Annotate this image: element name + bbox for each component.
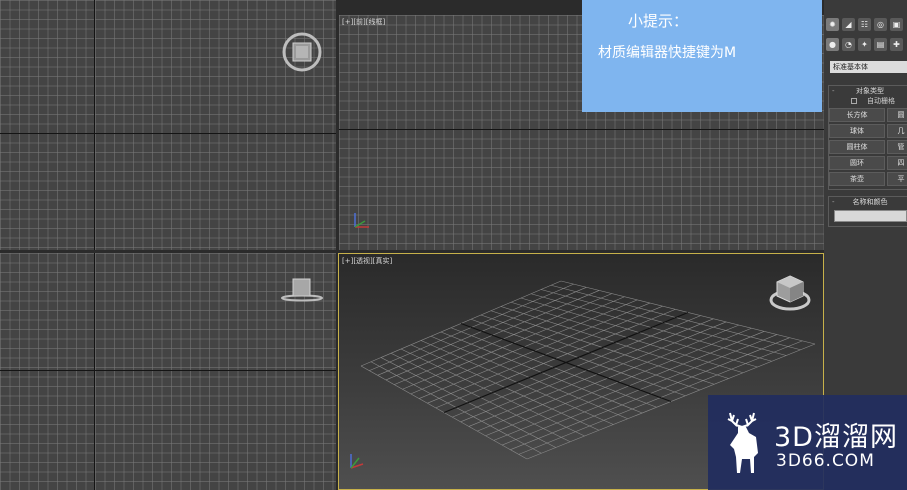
watermark: 3D溜溜网 3D66.COM: [708, 395, 907, 490]
world-axis-horizontal: [0, 370, 336, 371]
command-panel-tabs: ✹ ◢ ☷ ◎ ▣: [826, 18, 903, 31]
world-axis-vertical: [94, 253, 95, 490]
viewport-left[interactable]: [0, 253, 336, 490]
tip-box: 小提示： 材质编辑器快捷键为M: [582, 0, 822, 112]
teapot-button[interactable]: 茶壶: [829, 172, 885, 186]
object-type-title: 对象类型: [856, 87, 884, 95]
autogrid-row[interactable]: 自动栅格: [829, 96, 907, 106]
viewport-label[interactable]: [+][前][线框]: [342, 17, 385, 27]
tip-body: 材质编辑器快捷键为M: [598, 45, 737, 61]
axis-tripod-icon: [354, 213, 369, 228]
name-color-title: 名称和颜色: [852, 198, 888, 206]
geosphere-button[interactable]: 几: [887, 124, 907, 138]
modify-tab-icon[interactable]: ◢: [842, 18, 855, 31]
create-category-tabs: ● ◔ ✦ ▤ ✚: [826, 38, 903, 51]
viewport-top[interactable]: [0, 0, 336, 250]
helpers-icon[interactable]: ✚: [890, 38, 903, 51]
object-buttons: 长方体 圆 球体 几 圆柱体 管 圆环 四 茶壶 平: [829, 106, 907, 189]
torus-button[interactable]: 圆环: [829, 156, 885, 170]
cameras-icon[interactable]: ▤: [874, 38, 887, 51]
shapes-icon[interactable]: ◔: [842, 38, 855, 51]
create-tab-icon[interactable]: ✹: [826, 18, 839, 31]
collapse-icon: -: [832, 87, 835, 95]
watermark-url: 3D66.COM: [776, 451, 875, 471]
viewcube-gizmo[interactable]: [767, 272, 813, 316]
world-axis-horizontal: [339, 129, 824, 130]
display-tab-icon[interactable]: ▣: [890, 18, 903, 31]
viewcube-gizmo[interactable]: [281, 31, 323, 73]
object-type-header[interactable]: - 对象类型: [829, 86, 907, 96]
object-type-rollout: - 对象类型 自动栅格 长方体 圆 球体 几 圆柱体 管 圆环 四 茶壶 平: [828, 85, 907, 190]
axis-tripod-icon: [350, 454, 364, 469]
deer-logo-icon: [727, 412, 758, 473]
tube-button[interactable]: 管: [887, 140, 907, 154]
sphere-button[interactable]: 球体: [829, 124, 885, 138]
plane-button[interactable]: 平: [887, 172, 907, 186]
cone-button[interactable]: 圆: [887, 108, 907, 122]
collapse-icon: -: [832, 198, 835, 206]
pyramid-button[interactable]: 四: [887, 156, 907, 170]
object-name-field[interactable]: [834, 210, 907, 222]
viewcube-gizmo[interactable]: [279, 277, 325, 303]
tip-title: 小提示：: [628, 12, 689, 30]
lights-icon[interactable]: ✦: [858, 38, 871, 51]
world-axis-vertical: [94, 0, 95, 250]
watermark-brand: 3D溜溜网: [774, 422, 898, 453]
geometry-icon[interactable]: ●: [826, 38, 839, 51]
cylinder-button[interactable]: 圆柱体: [829, 140, 885, 154]
motion-tab-icon[interactable]: ◎: [874, 18, 887, 31]
hierarchy-tab-icon[interactable]: ☷: [858, 18, 871, 31]
world-axis-horizontal: [0, 133, 336, 134]
subtype-dropdown[interactable]: 标准基本体: [830, 61, 907, 73]
box-button[interactable]: 长方体: [829, 108, 885, 122]
name-color-rollout: - 名称和颜色: [828, 196, 907, 227]
autogrid-checkbox[interactable]: [851, 98, 857, 104]
autogrid-label: 自动栅格: [867, 97, 895, 105]
name-color-header[interactable]: - 名称和颜色: [829, 197, 907, 207]
